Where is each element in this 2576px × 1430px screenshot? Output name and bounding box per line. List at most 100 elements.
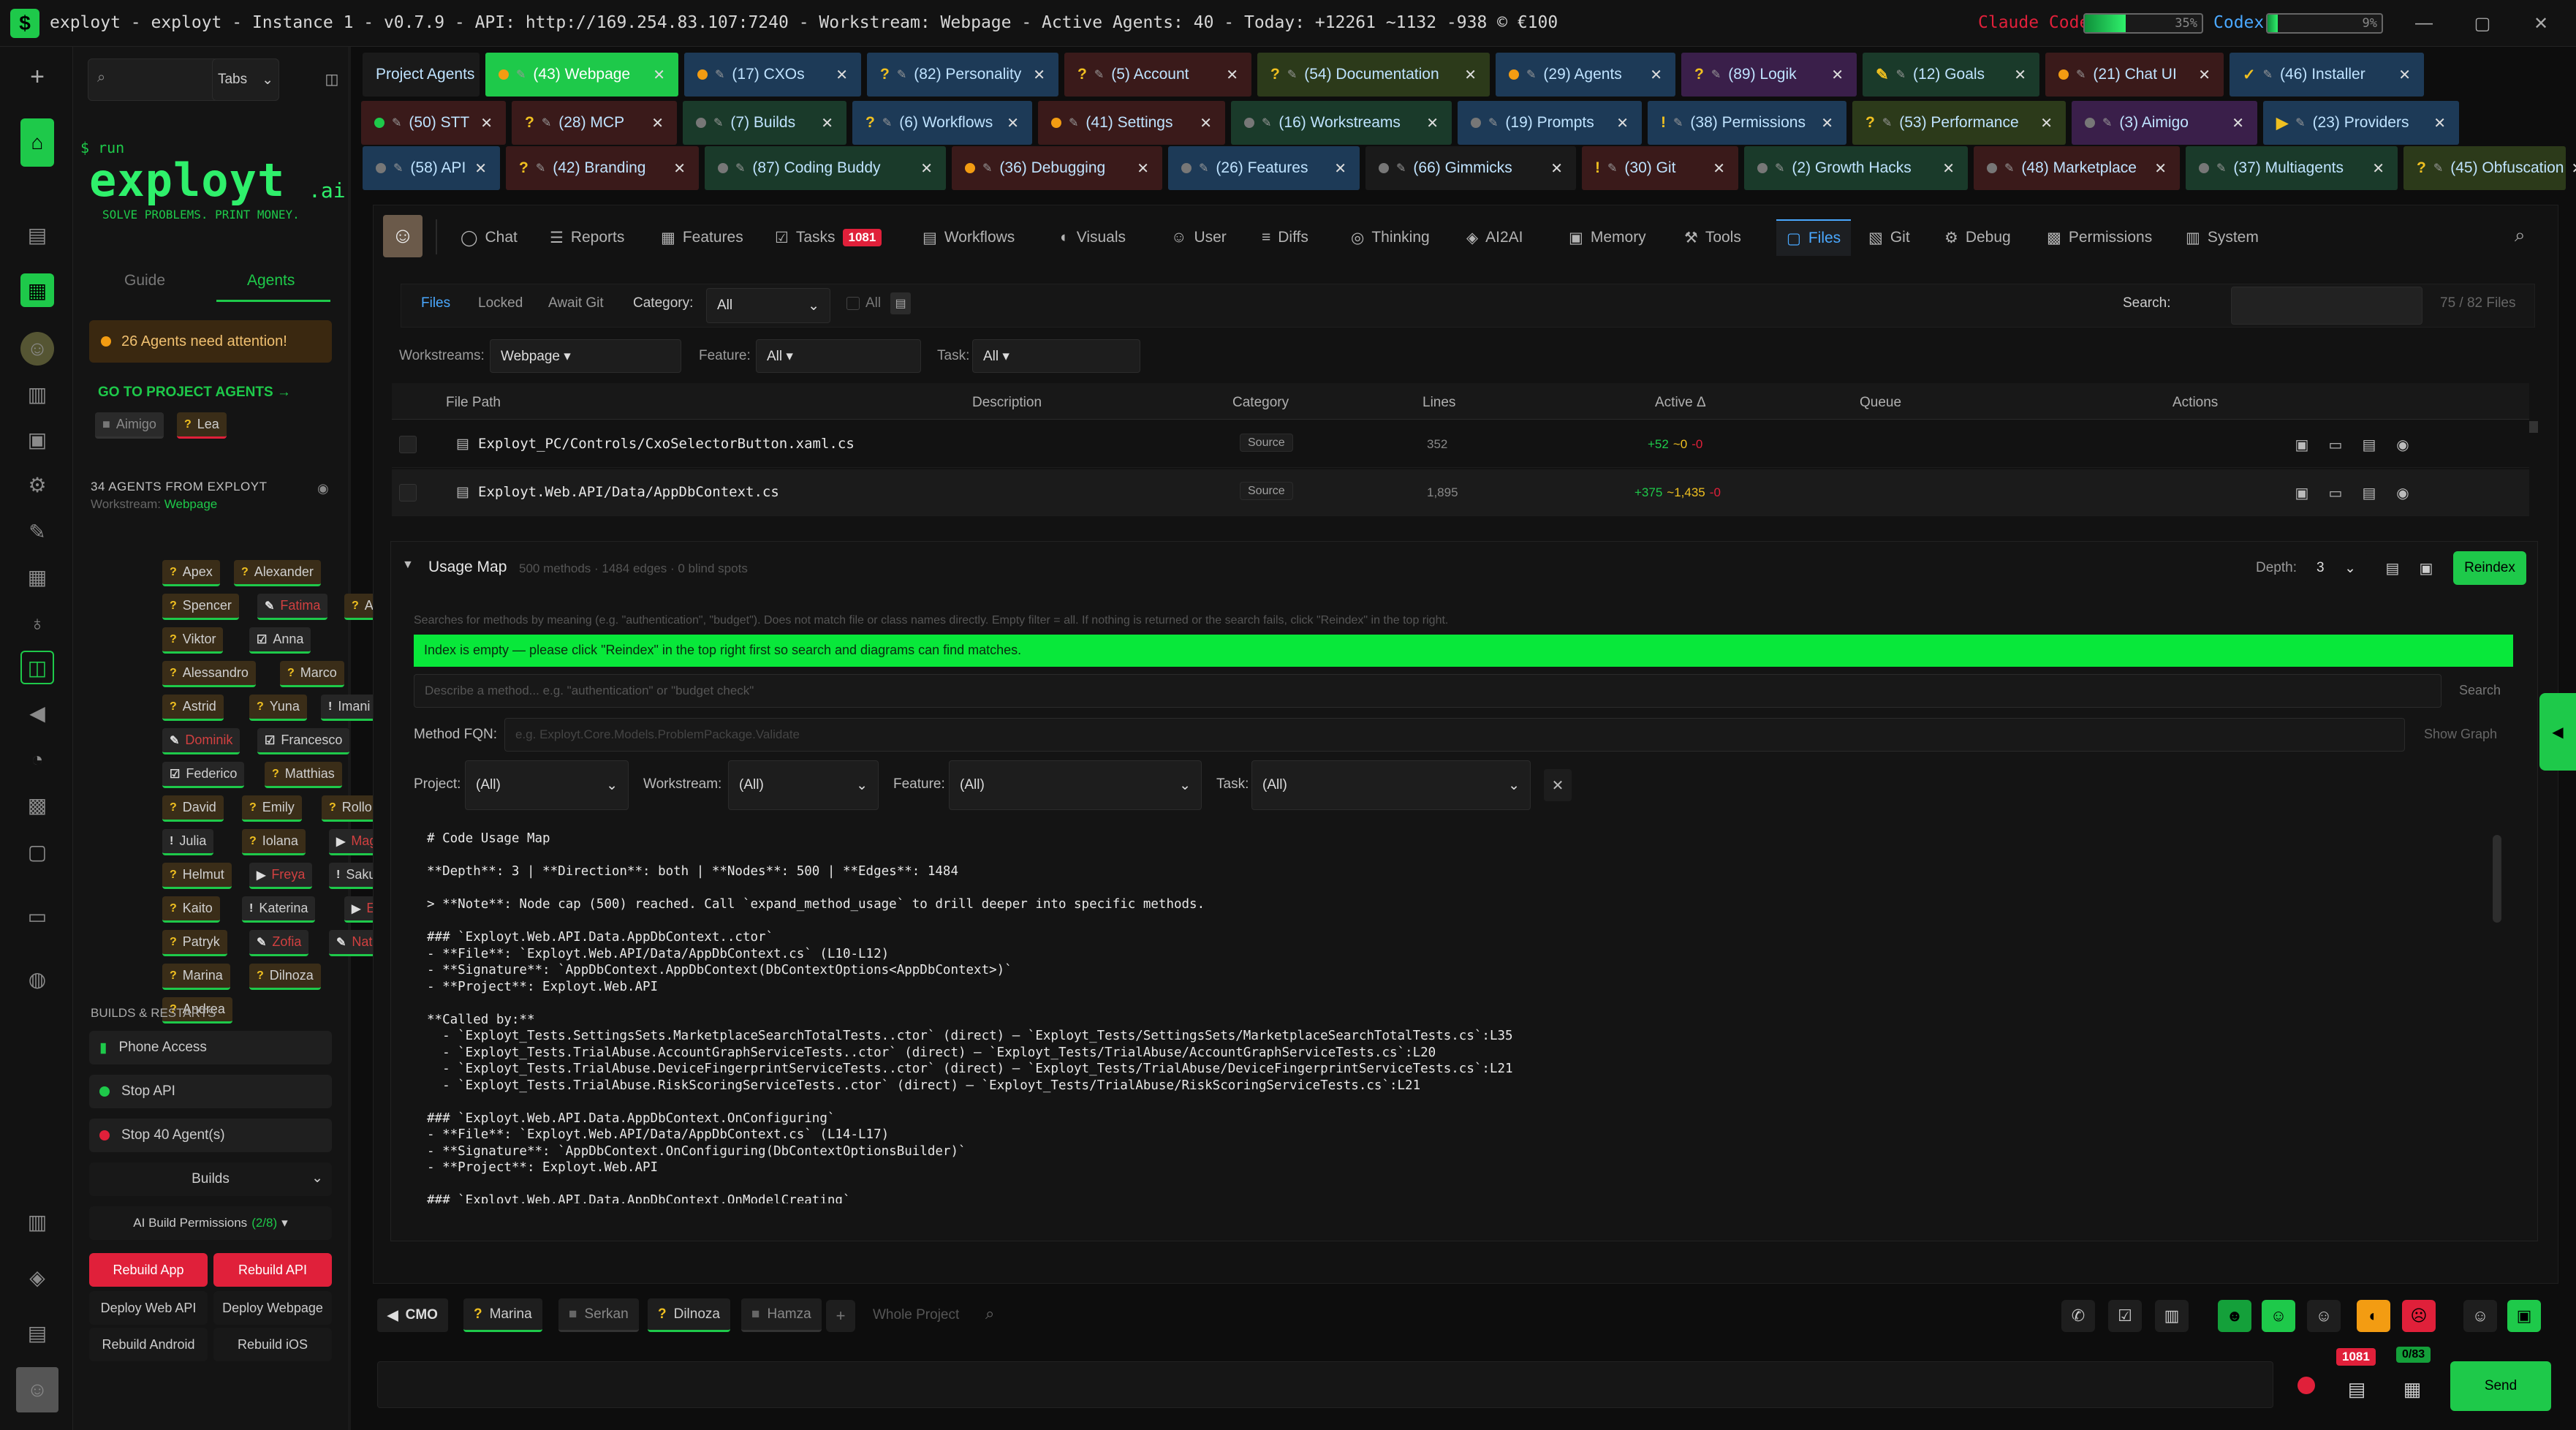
- workstream-tab[interactable]: ✎ (29) Agents ✕: [1496, 53, 1675, 97]
- close-tab-icon[interactable]: ✕: [2014, 66, 2026, 84]
- tab-tasks[interactable]: ☑ Tasks 1081: [775, 219, 882, 256]
- tab-files[interactable]: ▢ Files: [1776, 219, 1852, 256]
- close-tab-icon[interactable]: ✕: [1713, 159, 1725, 178]
- search-icon[interactable]: ⌕: [2515, 224, 2526, 247]
- minimize-icon[interactable]: —: [2409, 10, 2439, 37]
- bottom-agent-chip[interactable]: ? Dilnoza: [648, 1298, 730, 1332]
- close-tab-icon[interactable]: ✕: [1831, 66, 1844, 84]
- agent-chip[interactable]: ? Apex: [162, 560, 220, 586]
- task-select[interactable]: All ▾: [972, 339, 1140, 373]
- workstream-tab[interactable]: ? ✎ (89) Logik ✕: [1681, 53, 1857, 97]
- close-tab-icon[interactable]: ✕: [651, 114, 664, 132]
- col-actions[interactable]: Actions: [2172, 395, 2218, 411]
- bottom-agent-chip[interactable]: ? Marina: [463, 1298, 542, 1332]
- workstream-tab[interactable]: ? ✎ (5) Account ✕: [1064, 53, 1251, 97]
- guide-tab[interactable]: Guide: [124, 272, 165, 290]
- workstream-tab[interactable]: ✎ (37) Multiagents ✕: [2186, 146, 2398, 190]
- agent-chip[interactable]: ! Katerina: [242, 896, 316, 923]
- stop-api-button[interactable]: Stop API: [89, 1075, 332, 1108]
- book-icon[interactable]: ▥: [20, 1205, 54, 1238]
- close-tab-icon[interactable]: ✕: [1550, 159, 1563, 178]
- close-tab-icon[interactable]: ✕: [1334, 159, 1346, 178]
- tab-chat[interactable]: ◯ Chat: [461, 219, 518, 256]
- workstream-tab[interactable]: ? ✎ (28) MCP ✕: [512, 101, 677, 145]
- document-icon[interactable]: ▤: [2360, 436, 2379, 453]
- agent-chip[interactable]: ? Viktor: [162, 627, 224, 654]
- tab-diffs[interactable]: ≡ Diffs: [1262, 219, 1308, 256]
- workstream-tab[interactable]: ✎ (87) Coding Buddy ✕: [705, 146, 946, 190]
- agent-chip[interactable]: ? Kaito: [162, 896, 220, 923]
- checklist-icon[interactable]: ☑: [2108, 1300, 2142, 1332]
- image-icon[interactable]: ▣: [2292, 484, 2311, 502]
- feature-select[interactable]: All ▾: [756, 339, 921, 373]
- close-tab-icon[interactable]: ✕: [673, 159, 686, 178]
- close-tab-icon[interactable]: ✕: [2433, 114, 2446, 132]
- close-tab-icon[interactable]: ✕: [1821, 114, 1833, 132]
- bottom-agent-chip[interactable]: ■ Hamza: [741, 1298, 822, 1332]
- subtab-files[interactable]: Files: [421, 295, 450, 311]
- agent-chip[interactable]: ! Imani: [321, 695, 378, 721]
- memory-icon[interactable]: ▦: [2396, 1374, 2428, 1404]
- tab-visuals[interactable]: ◐ Visuals: [1060, 219, 1126, 256]
- agent-chip[interactable]: ? Marco: [280, 661, 344, 687]
- agents-tab[interactable]: Agents: [247, 272, 295, 290]
- agent-chip[interactable]: ? Spencer: [162, 594, 239, 620]
- close-tab-icon[interactable]: ✕: [1137, 159, 1149, 178]
- folder-icon[interactable]: ▭: [2326, 436, 2345, 453]
- col-active-delta[interactable]: Active Δ: [1655, 395, 1706, 411]
- bulb-icon[interactable]: ♁: [20, 607, 54, 640]
- workstream-tab[interactable]: ✎ (58) API ✕: [363, 146, 500, 190]
- timer-icon[interactable]: ◔: [20, 743, 54, 776]
- terminal-icon[interactable]: ⌂: [20, 118, 54, 167]
- close-tab-icon[interactable]: ✕: [1942, 159, 1955, 178]
- document-icon[interactable]: ▤: [20, 218, 54, 251]
- send-button[interactable]: Send: [2450, 1361, 2551, 1411]
- agent-chip[interactable]: ✎ Fatima: [257, 594, 328, 620]
- close-tab-icon[interactable]: ✕: [1226, 66, 1238, 84]
- agent-chip[interactable]: ? Helmut: [162, 863, 232, 889]
- rebuild-android-button[interactable]: Rebuild Android: [89, 1328, 208, 1361]
- close-tab-icon[interactable]: ✕: [653, 66, 665, 84]
- project-select[interactable]: (All) ⌄: [465, 760, 629, 810]
- clear-filters-icon[interactable]: ✕: [1544, 769, 1572, 801]
- workstream-tab[interactable]: ▶ ✎ (23) Providers ✕: [2263, 101, 2459, 145]
- workstream-tab[interactable]: ✎ (19) Prompts ✕: [1458, 101, 1642, 145]
- close-tab-icon[interactable]: ✕: [474, 159, 487, 178]
- close-tab-icon[interactable]: ✕: [480, 114, 493, 132]
- workstream-tab[interactable]: ✎ (26) Features ✕: [1168, 146, 1360, 190]
- ai-build-permissions[interactable]: AI Build Permissions (2/8) ▾: [89, 1206, 332, 1240]
- export-icon[interactable]: ▤: [2382, 556, 2403, 580]
- category-select[interactable]: All ⌄: [706, 288, 830, 323]
- close-tab-icon[interactable]: ✕: [1426, 114, 1439, 132]
- megaphone-icon[interactable]: ◀: [20, 696, 54, 730]
- robot-icon[interactable]: ☻: [2218, 1300, 2251, 1332]
- agent-chip[interactable]: ? Yuna: [249, 695, 307, 721]
- tab-system[interactable]: ▥ System: [2186, 219, 2259, 256]
- workstream-tab[interactable]: ✓ ✎ (46) Installer ✕: [2230, 53, 2424, 97]
- workstream-tab[interactable]: ✎ (16) Workstreams ✕: [1231, 101, 1452, 145]
- workstream-tab[interactable]: ✎ ✎ (12) Goals ✕: [1863, 53, 2039, 97]
- workstream-tab[interactable]: ! ✎ (38) Permissions ✕: [1648, 101, 1846, 145]
- search-icon[interactable]: ⌕: [985, 1304, 994, 1323]
- rebuild-ios-button[interactable]: Rebuild iOS: [213, 1328, 332, 1361]
- table-row[interactable]: ▤ Exployt_PC/Controls/CxoSelectorButton.x…: [392, 421, 2529, 468]
- workstream-tab[interactable]: ? ✎ (54) Documentation ✕: [1257, 53, 1490, 97]
- gear-icon[interactable]: ⚙: [20, 468, 54, 502]
- col-queue[interactable]: Queue: [1860, 395, 1901, 411]
- phone-access-button[interactable]: ▮ Phone Access: [89, 1031, 332, 1064]
- eye-icon[interactable]: ◉: [317, 481, 329, 496]
- close-icon[interactable]: ✕: [2526, 10, 2556, 37]
- collapse-chevron-icon[interactable]: ▼: [402, 559, 414, 572]
- save-icon[interactable]: ▣: [2415, 556, 2437, 580]
- col-description[interactable]: Description: [972, 395, 1042, 411]
- workstream-tab[interactable]: ✎ (66) Gimmicks ✕: [1365, 146, 1576, 190]
- workstream-tab[interactable]: ✎ (48) Marketplace ✕: [1974, 146, 2180, 190]
- emoji-icon[interactable]: ☺: [2463, 1300, 2497, 1332]
- close-tab-icon[interactable]: ✕: [2571, 159, 2576, 178]
- col-lines[interactable]: Lines: [1423, 395, 1455, 411]
- agent-chip[interactable]: ? David: [162, 795, 224, 822]
- deploy-webpage-button[interactable]: Deploy Webpage: [213, 1291, 332, 1325]
- workstream-tab[interactable]: ? ✎ (6) Workflows ✕: [852, 101, 1032, 145]
- workstream-tab[interactable]: ✎ (2) Growth Hacks ✕: [1744, 146, 1968, 190]
- agent-chip[interactable]: ? Emily: [242, 795, 302, 822]
